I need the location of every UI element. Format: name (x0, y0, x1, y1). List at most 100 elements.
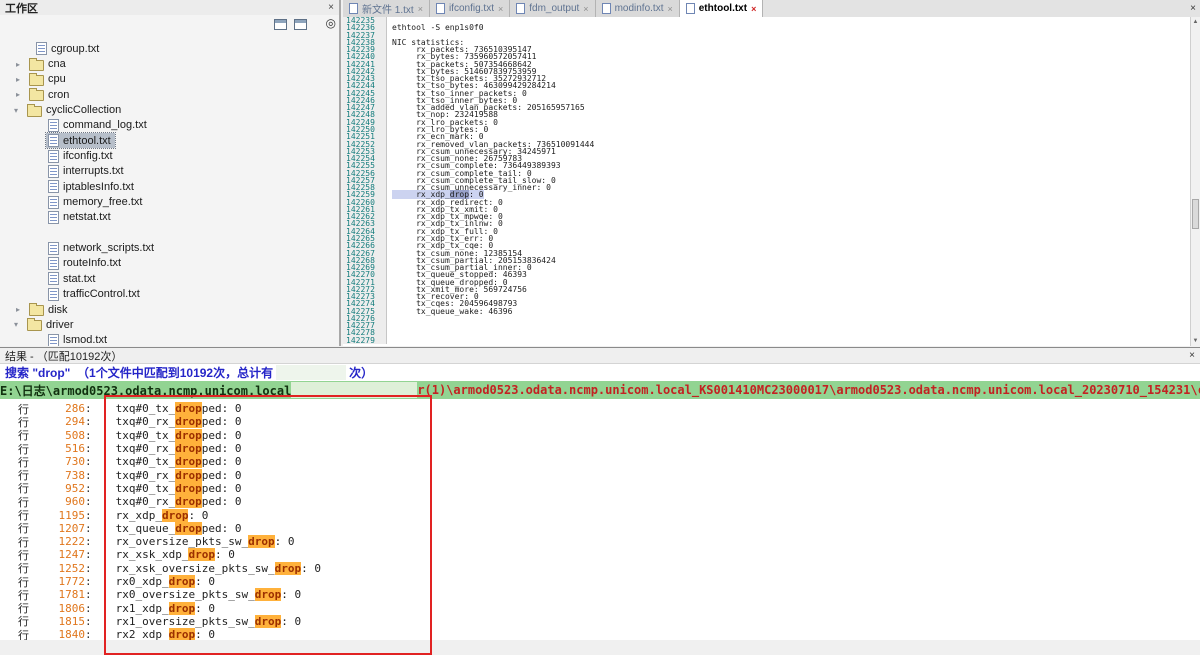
result-row[interactable]: 行1772:rx0_xdp_drop: 0 (0, 575, 1200, 588)
result-row[interactable]: 行730:txq#0_tx_dropped: 0 (0, 455, 1200, 468)
match-suffix: ped: 0 (202, 455, 242, 468)
result-line-number: 286 (29, 402, 85, 415)
match-text: rx2_xdp_drop: 0 (116, 628, 215, 640)
editor-line: 142236ethtool -S enp1s0f0 (343, 24, 1190, 31)
chevron-right-icon[interactable]: ▸ (16, 90, 27, 99)
tree-item-network-scripts-txt[interactable]: network_scripts.txt (0, 240, 337, 255)
chevron-right-icon[interactable]: ▸ (16, 60, 27, 69)
chevron-down-icon[interactable]: ▾ (14, 320, 25, 329)
collapse-all-icon[interactable] (274, 19, 287, 30)
match-suffix: : 0 (275, 535, 295, 548)
tree-item-interrupts-txt[interactable]: interrupts.txt (0, 164, 337, 179)
tree-item-label: interrupts.txt (63, 165, 124, 177)
tree-item-netstat-txt[interactable]: netstat.txt (0, 210, 337, 225)
match-text: txq#0_tx_dropped: 0 (116, 402, 242, 415)
close-icon[interactable]: × (328, 2, 334, 13)
result-file-path[interactable]: E:\日志\armod0523.odata.ncmp.unicom.local … (0, 381, 1200, 399)
tree-item-cgroup-txt[interactable]: cgroup.txt (0, 41, 337, 56)
tree-item-routeinfo-txt[interactable]: routeInfo.txt (0, 256, 337, 271)
tree-item-cycliccollection[interactable]: ▾cyclicCollection (0, 102, 337, 117)
tree-item-trafficcontrol-txt[interactable]: trafficControl.txt (0, 287, 337, 302)
match-text: rx_xsk_xdp_drop: 0 (116, 548, 235, 561)
locate-file-icon[interactable]: ◎ (326, 16, 336, 30)
tree-item-ethtool-txt[interactable]: ethtool.txt (0, 133, 337, 148)
match-text: rx0_xdp_drop: 0 (116, 575, 215, 588)
match-text: rx1_xdp_drop: 0 (116, 602, 215, 615)
path-text-highlight: r(1)\armod0523.odata.ncmp.unicom.local_K… (417, 383, 1200, 397)
match-highlight: drop (175, 522, 202, 535)
tree-item-label: cna (48, 58, 66, 70)
tree-item-label: ethtool.txt (63, 135, 111, 147)
close-icon[interactable]: × (1186, 3, 1200, 14)
tab-modinfo-txt[interactable]: modinfo.txt× (596, 0, 680, 17)
tree-item-label: network_scripts.txt (63, 242, 154, 254)
redaction-overlay (291, 382, 417, 398)
match-highlight: drop (255, 588, 282, 601)
line-text (387, 329, 392, 336)
tree-item-cpu[interactable]: ▸cpu (0, 72, 337, 87)
result-row[interactable]: 行952:txq#0_tx_dropped: 0 (0, 482, 1200, 495)
tab-close-icon[interactable]: × (667, 4, 672, 14)
file-tree: cgroup.txt▸cna▸cpu▸cron▾cyclicCollection… (0, 36, 337, 346)
tree-item-cron[interactable]: ▸ cron (0, 87, 337, 102)
match-prefix: rx1_oversize_pkts_sw_ (116, 615, 255, 628)
result-row[interactable]: 行508:txq#0_tx_dropped: 0 (0, 429, 1200, 442)
editor-body[interactable]: 142235142236ethtool -S enp1s0f0142237142… (343, 17, 1190, 346)
result-row[interactable]: 行1222:rx_oversize_pkts_sw_drop: 0 (0, 535, 1200, 548)
file-icon (48, 165, 59, 178)
tree-item-command-log-txt[interactable]: command_log.txt (0, 118, 337, 133)
result-row[interactable]: 行1207:tx_queue_dropped: 0 (0, 522, 1200, 535)
tab-close-icon[interactable]: × (751, 4, 756, 14)
result-row[interactable]: 行960:txq#0_rx_dropped: 0 (0, 495, 1200, 508)
scrollbar-thumb[interactable] (1192, 199, 1199, 229)
separator: : (85, 628, 92, 640)
tree-item-memory-free-txt[interactable]: memory_free.txt (0, 194, 337, 209)
tab-close-icon[interactable]: × (583, 4, 588, 14)
scroll-down-icon[interactable]: ▼ (1191, 336, 1200, 346)
tree-item-stat-txt[interactable]: stat.txt (0, 271, 337, 286)
chevron-right-icon[interactable]: ▸ (16, 75, 27, 84)
editor-line: 142279 (343, 337, 1190, 344)
tree-item-label: cron (48, 89, 69, 101)
separator: : (85, 495, 92, 508)
result-row[interactable]: 行1815:rx1_oversize_pkts_sw_drop: 0 (0, 615, 1200, 628)
tab-label: ifconfig.txt (449, 3, 494, 14)
match-prefix: txq#0_rx_ (116, 415, 176, 428)
result-row[interactable]: 行1195:rx_xdp_drop: 0 (0, 508, 1200, 521)
separator: : (85, 522, 92, 535)
result-row[interactable]: 行1252:rx_xsk_oversize_pkts_sw_drop: 0 (0, 562, 1200, 575)
result-row[interactable]: 行516:txq#0_rx_dropped: 0 (0, 442, 1200, 455)
match-highlight: drop (175, 482, 202, 495)
result-row[interactable]: 行1806:rx1_xdp_drop: 0 (0, 601, 1200, 614)
separator: : (85, 429, 92, 442)
tab-close-icon[interactable]: × (498, 4, 503, 14)
workspace-header: 工作区 × (0, 0, 339, 15)
tab-fdm-output[interactable]: fdm_output× (510, 0, 595, 17)
tab-ifconfig-txt[interactable]: ifconfig.txt × (430, 0, 510, 17)
tree-item-iptablesinfo-txt[interactable]: iptablesInfo.txt (0, 179, 337, 194)
scroll-up-icon[interactable]: ▲ (1191, 17, 1200, 27)
chevron-right-icon[interactable]: ▸ (16, 305, 27, 314)
tree-item-disk[interactable]: ▸disk (0, 302, 337, 317)
tree-item-cna[interactable]: ▸ cna (0, 56, 337, 71)
tree-item-lsmod-txt[interactable]: lsmod.txt (0, 333, 337, 346)
tab-1-txt[interactable]: 新文件 1.txt× (343, 0, 430, 17)
expand-all-icon[interactable] (294, 19, 307, 30)
result-row[interactable]: 行738:txq#0_rx_dropped: 0 (0, 468, 1200, 481)
result-line-number: 960 (29, 495, 85, 508)
result-row[interactable]: 行286:txq#0_tx_dropped: 0 (0, 402, 1200, 415)
result-row[interactable]: 行1840:rx2_xdp_drop: 0 (0, 628, 1200, 640)
tree-item-driver[interactable]: ▾driver (0, 317, 337, 332)
tree-item-inner: lsmod.txt (46, 333, 111, 346)
result-row[interactable]: 行294:txq#0_rx_dropped: 0 (0, 415, 1200, 428)
chevron-down-icon[interactable]: ▾ (14, 106, 25, 115)
tab-ethtool-txt[interactable]: ethtool.txt× (680, 0, 764, 17)
result-line-number: 1252 (29, 562, 85, 575)
match-suffix: ped: 0 (202, 522, 242, 535)
close-icon[interactable]: × (1189, 350, 1195, 361)
tab-close-icon[interactable]: × (418, 4, 423, 14)
result-row[interactable]: 行1247:rx_xsk_xdp_drop: 0 (0, 548, 1200, 561)
tree-item-ifconfig-txt[interactable]: ifconfig.txt (0, 148, 337, 163)
editor-scrollbar[interactable]: ▲ ▼ (1190, 17, 1200, 346)
result-row[interactable]: 行1781:rx0_oversize_pkts_sw_drop: 0 (0, 588, 1200, 601)
